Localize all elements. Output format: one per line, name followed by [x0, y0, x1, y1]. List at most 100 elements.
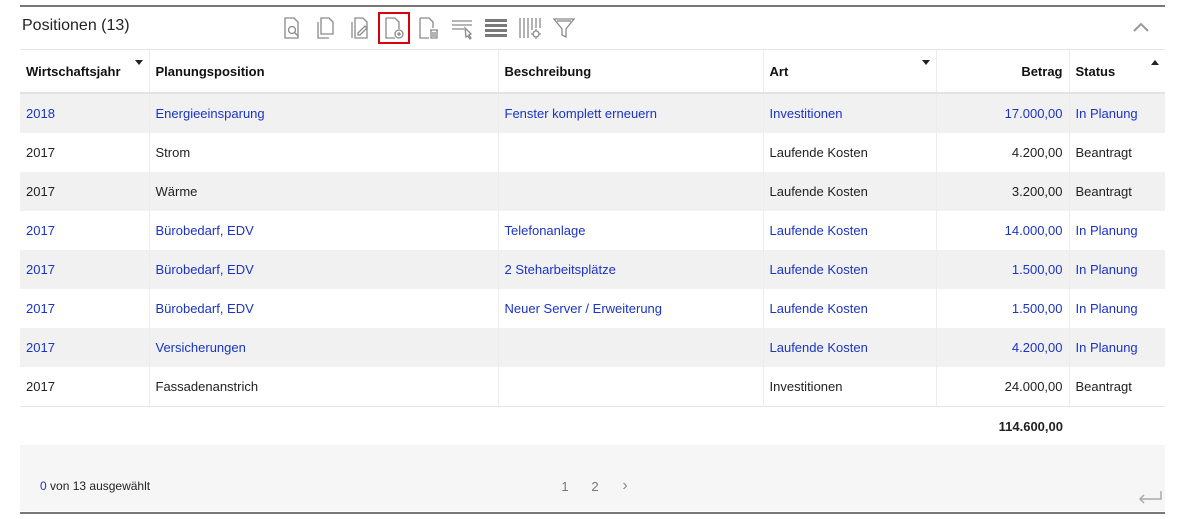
cell-wirtschaftsjahr: 2018 — [20, 93, 150, 133]
cell-planungsposition: Versicherungen — [149, 328, 499, 367]
positions-table: Wirtschaftsjahr Planungsposition Beschre… — [20, 50, 1165, 445]
cell-art: Investitionen — [763, 93, 937, 133]
column-header-beschreibung[interactable]: Beschreibung — [498, 50, 764, 94]
cell-planungsposition: Bürobedarf, EDV — [149, 250, 499, 289]
column-settings-icon — [519, 18, 541, 39]
return-arrow-icon[interactable] — [1135, 485, 1165, 509]
cell-beschreibung: Telefonanlage — [498, 211, 764, 250]
table-row[interactable]: 2017 Fassadenanstrich Investitionen 24.000,… — [20, 367, 1165, 407]
column-header-wirtschaftsjahr[interactable]: Wirtschaftsjahr — [20, 50, 150, 94]
cell-betrag: 24.000,00 — [936, 367, 1070, 407]
delete-document-icon — [419, 17, 438, 39]
table-row[interactable]: 2017 Versicherungen Laufende Kosten 4.200,0… — [20, 328, 1165, 367]
cell-planungsposition: Bürobedarf, EDV — [149, 211, 499, 250]
table-header-row: Wirtschaftsjahr Planungsposition Beschre… — [20, 50, 1165, 94]
pagination: 1 2 › — [550, 477, 640, 495]
column-header-art[interactable]: Art — [763, 50, 937, 94]
edit-document-icon — [351, 17, 368, 39]
total-row: 114.600,00 — [20, 406, 1165, 445]
cell-status: In Planung — [1069, 93, 1165, 133]
cell-art: Investitionen — [763, 367, 937, 407]
page-1-link[interactable]: 1 — [550, 479, 580, 494]
column-header-planungsposition[interactable]: Planungsposition — [149, 50, 499, 94]
cell-status: In Planung — [1069, 328, 1165, 367]
cell-planungsposition: Fassadenanstrich — [149, 367, 499, 407]
cell-planungsposition: Wärme — [149, 172, 499, 211]
document-search-icon — [284, 17, 299, 39]
cell-art: Laufende Kosten — [763, 289, 937, 328]
delete-button[interactable] — [412, 12, 444, 44]
cell-betrag: 3.200,00 — [936, 172, 1070, 211]
cell-betrag: 1.500,00 — [936, 289, 1070, 328]
table-row[interactable]: 2017 Bürobedarf, EDV Telefonanlage Laufende… — [20, 211, 1165, 250]
cell-status: In Planung — [1069, 250, 1165, 289]
cell-beschreibung — [498, 172, 764, 211]
cell-wirtschaftsjahr: 2017 — [20, 172, 150, 211]
filter-row-icon — [452, 20, 473, 40]
cell-status: In Planung — [1075, 301, 1138, 316]
column-settings-button[interactable] — [514, 12, 546, 44]
cell-betrag: 4.200,00 — [936, 328, 1070, 367]
cell-beschreibung: 2 Steharbeitsplätze — [498, 250, 764, 289]
cell-art: Laufende Kosten — [763, 172, 937, 211]
table-row[interactable]: 2017 Strom Laufende Kosten 4.200,00 Beantrag… — [20, 133, 1165, 172]
cell-status: In Planung — [1075, 223, 1138, 238]
cell-wirtschaftsjahr: 2017 — [20, 367, 150, 407]
cell-art: Laufende Kosten — [763, 250, 937, 289]
list-view-button[interactable] — [480, 12, 512, 44]
positions-panel: Positionen (13) Wirtschaftsjahr Planungs… — [20, 5, 1165, 514]
cell-betrag: 1.500,00 — [936, 250, 1070, 289]
panel-title: Positionen (13) — [22, 17, 130, 34]
cell-status: Beantragt — [1069, 172, 1165, 211]
table-row[interactable]: 2018 Energieeinsparung Fenster komplett er… — [20, 93, 1165, 133]
add-position-button[interactable] — [378, 12, 410, 44]
cell-beschreibung — [498, 367, 764, 407]
cell-beschreibung — [498, 328, 764, 367]
cell-beschreibung — [498, 133, 764, 172]
panel-header: Positionen (13) — [20, 7, 1165, 50]
cell-planungsposition: Energieeinsparung — [149, 93, 499, 133]
cell-planungsposition: Strom — [149, 133, 499, 172]
cell-beschreibung: Neuer Server / Erweiterung — [498, 289, 764, 328]
cell-wirtschaftsjahr: 2017 — [20, 289, 150, 328]
cell-art: Laufende Kosten — [763, 133, 937, 172]
add-document-icon — [385, 17, 404, 39]
cell-betrag: 17.000,00 — [936, 93, 1070, 133]
cell-wirtschaftsjahr: 2017 — [20, 211, 150, 250]
total-amount: 114.600,00 — [936, 406, 1069, 445]
cell-wirtschaftsjahr: 2017 — [20, 133, 150, 172]
column-header-status[interactable]: Status — [1069, 50, 1165, 94]
next-page-icon[interactable]: › — [610, 477, 640, 495]
toolbar — [276, 11, 580, 45]
cell-art: Laufende Kosten — [763, 211, 937, 250]
selected-label: von 13 ausgewählt — [50, 479, 151, 493]
cell-status: Beantragt — [1075, 379, 1132, 394]
table-row[interactable]: 2017 Wärme Laufende Kosten 3.200,00 Beantrag… — [20, 172, 1165, 211]
table-row[interactable]: 2017 Bürobedarf, EDV 2 Steharbeitsplätze La… — [20, 250, 1165, 289]
edit-button[interactable] — [344, 12, 376, 44]
selected-count: 0 — [40, 479, 47, 493]
cell-betrag: 14.000,00 — [936, 211, 1070, 250]
filter-button[interactable] — [548, 12, 580, 44]
view-details-button[interactable] — [276, 12, 308, 44]
funnel-icon — [552, 18, 576, 39]
column-header-betrag[interactable]: Betrag — [936, 50, 1070, 94]
cell-art: Laufende Kosten — [763, 328, 937, 367]
cell-wirtschaftsjahr: 2017 — [20, 328, 150, 367]
sort-desc-icon[interactable] — [134, 60, 143, 65]
table-row[interactable]: 2017 Bürobedarf, EDV Neuer Server / Erweit… — [20, 289, 1165, 328]
page-2-link[interactable]: 2 — [580, 479, 610, 494]
sort-asc-icon[interactable] — [1151, 60, 1159, 65]
table-footer: 0 von 13 ausgewählt 1 2 › — [20, 445, 1165, 511]
filter-row-button[interactable] — [446, 12, 478, 44]
copy-button[interactable] — [310, 12, 342, 44]
cell-wirtschaftsjahr: 2017 — [20, 250, 150, 289]
cell-status: Beantragt — [1075, 145, 1132, 160]
copy-icon — [317, 17, 334, 39]
cell-planungsposition: Bürobedarf, EDV — [149, 289, 499, 328]
sort-desc-icon[interactable] — [921, 60, 930, 65]
list-view-icon — [485, 19, 507, 37]
cell-betrag: 4.200,00 — [936, 133, 1070, 172]
collapse-chevron-up-icon[interactable] — [1131, 17, 1151, 37]
cell-beschreibung: Fenster komplett erneuern — [498, 93, 764, 133]
